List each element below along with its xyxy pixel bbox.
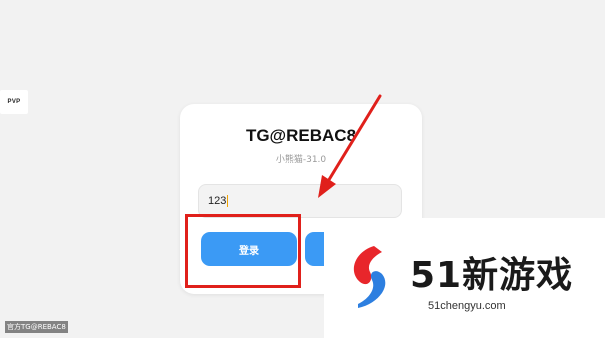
- watermark: 51新游戏 51chengyu.com: [324, 218, 605, 338]
- brand-logo-icon: [353, 246, 386, 308]
- footer-label: 官方TG@REBAC8: [5, 321, 68, 333]
- watermark-domain: 51chengyu.com: [428, 300, 506, 312]
- watermark-brand: 51新游戏: [410, 255, 574, 296]
